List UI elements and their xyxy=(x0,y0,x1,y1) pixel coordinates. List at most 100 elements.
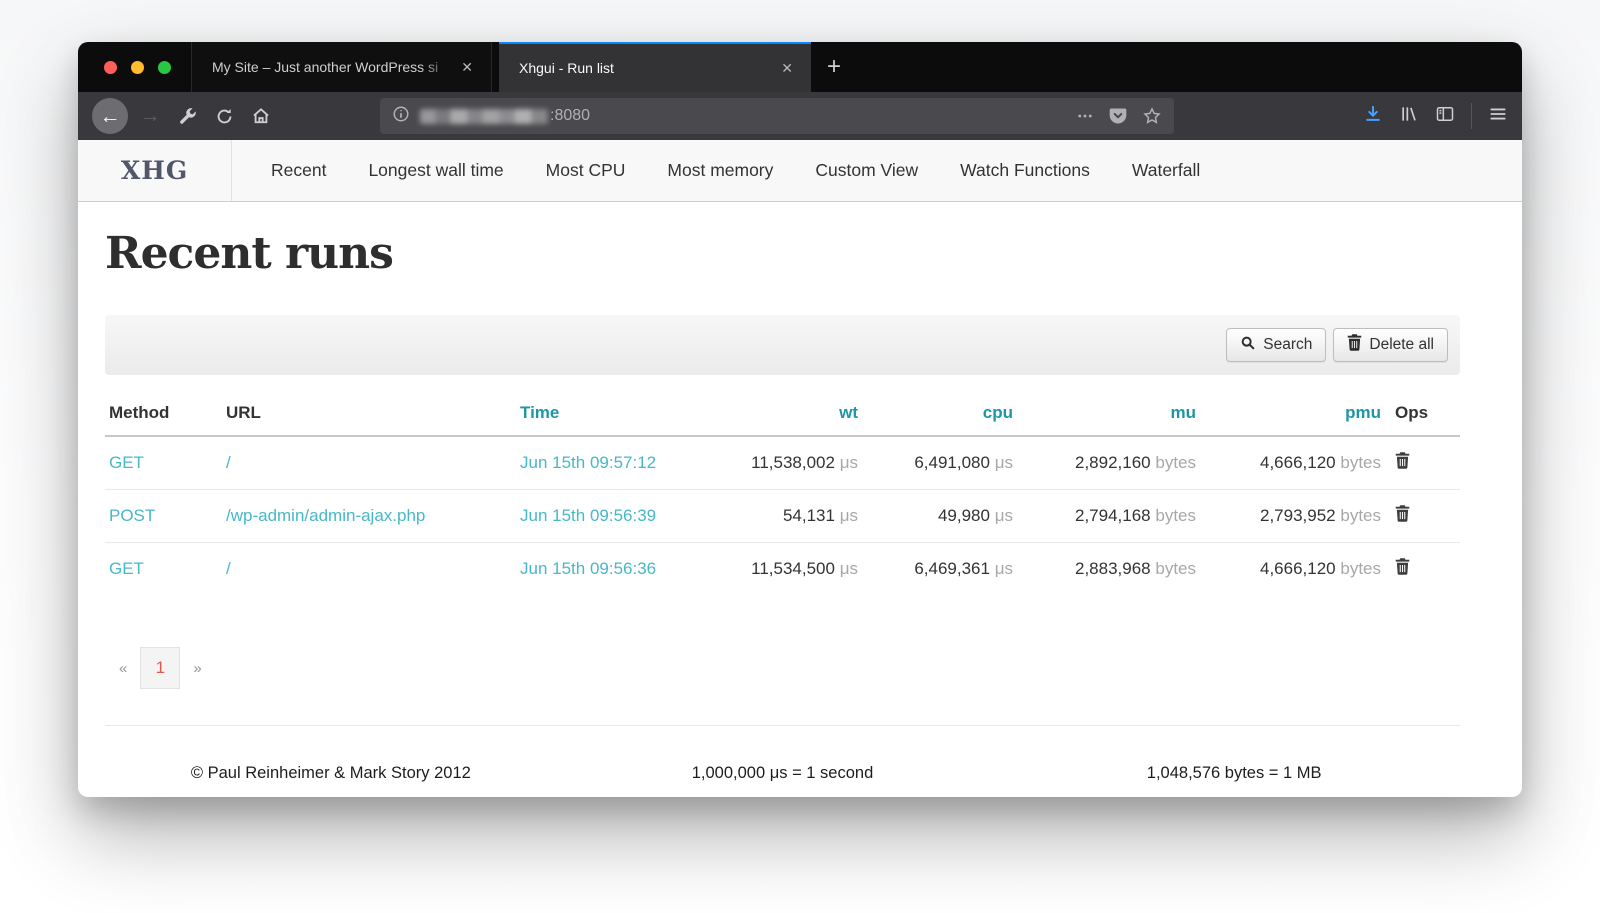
col-header-ops: Ops xyxy=(1385,387,1460,436)
toolbar-separator xyxy=(1471,103,1472,129)
time-link[interactable]: Jun 15th 09:56:39 xyxy=(520,506,656,525)
cpu-unit: μs xyxy=(995,453,1013,472)
delete-run-trash-icon[interactable] xyxy=(1395,558,1410,575)
new-tab-button[interactable]: + xyxy=(811,42,857,92)
table-header-row: Method URL Time wt cpu mu pmu Ops xyxy=(105,387,1460,436)
previous-page-button[interactable]: « xyxy=(119,660,127,677)
col-header-mu[interactable]: mu xyxy=(1017,387,1200,436)
pmu-value: 4,666,120 xyxy=(1260,559,1336,578)
obscured-hostname xyxy=(420,109,548,124)
nav-item-waterfall[interactable]: Waterfall xyxy=(1111,160,1221,181)
current-page-indicator[interactable]: 1 xyxy=(140,647,180,689)
browser-window: My Site – Just another WordPress si ✕ Xh… xyxy=(78,42,1522,797)
cpu-value: 6,469,361 xyxy=(914,559,990,578)
wt-unit: μs xyxy=(840,559,858,578)
nav-item-watch-functions[interactable]: Watch Functions xyxy=(939,160,1111,181)
sidebar-icon[interactable] xyxy=(1435,104,1455,129)
nav-item-recent[interactable]: Recent xyxy=(250,160,347,181)
nav-menu: Recent Longest wall time Most CPU Most m… xyxy=(250,140,1221,201)
nav-item-custom-view[interactable]: Custom View xyxy=(794,160,939,181)
col-header-pmu[interactable]: pmu xyxy=(1200,387,1385,436)
page-actions-icon[interactable] xyxy=(1076,107,1094,125)
pocket-icon[interactable] xyxy=(1108,106,1128,126)
library-icon[interactable] xyxy=(1399,104,1419,129)
trash-icon xyxy=(1347,334,1362,356)
wt-unit: μs xyxy=(840,506,858,525)
downloads-icon[interactable] xyxy=(1363,104,1383,129)
delete-run-trash-icon[interactable] xyxy=(1395,452,1410,469)
mu-value: 2,883,968 xyxy=(1075,559,1151,578)
forward-button[interactable]: → xyxy=(136,104,164,128)
url-link[interactable]: / xyxy=(226,453,231,472)
tab-title: My Site – Just another WordPress si xyxy=(204,59,455,75)
back-button[interactable]: ← xyxy=(92,98,128,134)
tab-title: Xhgui - Run list xyxy=(511,60,775,76)
nav-item-most-cpu[interactable]: Most CPU xyxy=(525,160,647,181)
pagination: « 1 » xyxy=(105,647,1460,689)
pmu-unit: bytes xyxy=(1340,506,1381,525)
search-button[interactable]: Search xyxy=(1226,328,1326,362)
table-row: POST /wp-admin/admin-ajax.php Jun 15th 0… xyxy=(105,490,1460,543)
col-header-method: Method xyxy=(105,387,222,436)
close-icon[interactable]: ✕ xyxy=(775,58,799,79)
pmu-value: 4,666,120 xyxy=(1260,453,1336,472)
pmu-value: 2,793,952 xyxy=(1260,506,1336,525)
tools-wrench-icon[interactable] xyxy=(173,107,201,126)
wt-unit: μs xyxy=(840,453,858,472)
close-window-button[interactable] xyxy=(104,61,117,74)
pmu-unit: bytes xyxy=(1340,559,1381,578)
search-icon xyxy=(1240,335,1256,356)
nav-item-longest-wall-time[interactable]: Longest wall time xyxy=(347,160,524,181)
page-footer: © Paul Reinheimer & Mark Story 2012 1,00… xyxy=(105,725,1460,797)
delete-all-button[interactable]: Delete all xyxy=(1333,328,1448,362)
mu-unit: bytes xyxy=(1155,559,1196,578)
col-header-url: URL xyxy=(222,387,516,436)
tab-wordpress-site[interactable]: My Site – Just another WordPress si ✕ xyxy=(191,42,492,92)
site-info-icon[interactable] xyxy=(392,105,410,128)
next-page-button[interactable]: » xyxy=(193,660,201,677)
time-link[interactable]: Jun 15th 09:56:36 xyxy=(520,559,656,578)
address-bar[interactable]: :8080 xyxy=(380,98,1174,134)
brand-logo[interactable]: XHG xyxy=(78,140,232,201)
close-icon[interactable]: ✕ xyxy=(455,57,479,78)
minimize-window-button[interactable] xyxy=(131,61,144,74)
reload-icon[interactable] xyxy=(210,107,238,126)
url-port: :8080 xyxy=(550,107,590,125)
zoom-window-button[interactable] xyxy=(158,61,171,74)
pmu-unit: bytes xyxy=(1340,453,1381,472)
delete-run-trash-icon[interactable] xyxy=(1395,505,1410,522)
mu-value: 2,892,160 xyxy=(1075,453,1151,472)
col-header-time[interactable]: Time xyxy=(516,387,706,436)
wt-value: 11,534,500 xyxy=(751,559,835,578)
url-link[interactable]: /wp-admin/admin-ajax.php xyxy=(226,506,425,525)
actions-band: Search Delete all xyxy=(105,315,1460,375)
copyright-text: © Paul Reinheimer & Mark Story 2012 xyxy=(105,764,557,783)
mu-unit: bytes xyxy=(1155,506,1196,525)
tab-bar: My Site – Just another WordPress si ✕ Xh… xyxy=(78,42,1522,92)
microseconds-note: 1,000,000 μs = 1 second xyxy=(557,764,1009,783)
wt-value: 11,538,002 xyxy=(751,453,835,472)
method-link[interactable]: POST xyxy=(109,506,155,525)
method-link[interactable]: GET xyxy=(109,453,144,472)
wt-value: 54,131 xyxy=(783,506,835,525)
cpu-value: 49,980 xyxy=(938,506,990,525)
method-link[interactable]: GET xyxy=(109,559,144,578)
cpu-unit: μs xyxy=(995,559,1013,578)
bytes-note: 1,048,576 bytes = 1 MB xyxy=(1008,764,1460,783)
home-icon[interactable] xyxy=(247,106,275,126)
col-header-wt[interactable]: wt xyxy=(706,387,862,436)
cpu-unit: μs xyxy=(995,506,1013,525)
nav-item-most-memory[interactable]: Most memory xyxy=(646,160,794,181)
col-header-cpu[interactable]: cpu xyxy=(862,387,1017,436)
menu-hamburger-icon[interactable] xyxy=(1488,104,1508,129)
window-controls xyxy=(78,42,191,92)
browser-toolbar: ← → :8080 xyxy=(78,92,1522,140)
bookmark-star-icon[interactable] xyxy=(1142,106,1162,126)
mu-value: 2,794,168 xyxy=(1075,506,1151,525)
mu-unit: bytes xyxy=(1155,453,1196,472)
url-link[interactable]: / xyxy=(226,559,231,578)
time-link[interactable]: Jun 15th 09:57:12 xyxy=(520,453,656,472)
runs-table: Method URL Time wt cpu mu pmu Ops GET / … xyxy=(105,387,1460,595)
table-row: GET / Jun 15th 09:57:12 11,538,002 μs 6,… xyxy=(105,436,1460,490)
tab-xhgui-run-list[interactable]: Xhgui - Run list ✕ xyxy=(499,42,811,92)
